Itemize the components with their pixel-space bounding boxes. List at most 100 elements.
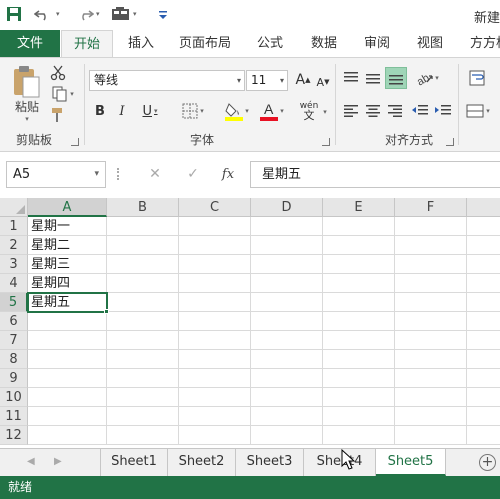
- borders-icon[interactable]: ▾: [176, 100, 210, 122]
- cancel-icon[interactable]: ✕: [140, 161, 170, 188]
- column-header-c[interactable]: C: [179, 198, 251, 217]
- column-header-e[interactable]: E: [323, 198, 395, 217]
- cell-c10[interactable]: [179, 388, 251, 407]
- cell-c8[interactable]: [179, 350, 251, 369]
- fill-handle[interactable]: [104, 309, 109, 314]
- cell-e10[interactable]: [323, 388, 395, 407]
- cell-c12[interactable]: [179, 426, 251, 445]
- font-color-icon[interactable]: A ▾: [256, 98, 288, 124]
- cell-b1[interactable]: [107, 217, 179, 236]
- cell-d6[interactable]: [251, 312, 323, 331]
- cell-a12[interactable]: [28, 426, 107, 445]
- add-sheet-icon[interactable]: +: [479, 454, 496, 471]
- cell-c6[interactable]: [179, 312, 251, 331]
- cell-e12[interactable]: [323, 426, 395, 445]
- cell-b9[interactable]: [107, 369, 179, 388]
- cell-f1[interactable]: [395, 217, 467, 236]
- cell-e8[interactable]: [323, 350, 395, 369]
- column-header-b[interactable]: B: [107, 198, 179, 217]
- cell-f11[interactable]: [395, 407, 467, 426]
- cell-overflow[interactable]: [467, 236, 500, 255]
- save-icon[interactable]: [6, 4, 22, 24]
- row-header-10[interactable]: 10: [0, 388, 28, 407]
- cell-b11[interactable]: [107, 407, 179, 426]
- format-painter-icon[interactable]: [48, 106, 68, 124]
- cell-d2[interactable]: [251, 236, 323, 255]
- column-header-d[interactable]: D: [251, 198, 323, 217]
- align-left-icon[interactable]: [342, 101, 360, 121]
- cell-c11[interactable]: [179, 407, 251, 426]
- row-header-1[interactable]: 1: [0, 217, 28, 236]
- underline-icon[interactable]: U ▾: [136, 100, 164, 122]
- tab-review[interactable]: 审阅: [353, 30, 401, 57]
- row-header-3[interactable]: 3: [0, 255, 28, 274]
- cell-c2[interactable]: [179, 236, 251, 255]
- tab-fangfange[interactable]: 方方格: [460, 30, 500, 57]
- cell-a6[interactable]: [28, 312, 107, 331]
- redo-icon[interactable]: ▾: [74, 4, 100, 24]
- row-header-8[interactable]: 8: [0, 350, 28, 369]
- cell-e7[interactable]: [323, 331, 395, 350]
- column-header-overflow[interactable]: [467, 198, 500, 217]
- column-header-f[interactable]: F: [395, 198, 467, 217]
- cell-e6[interactable]: [323, 312, 395, 331]
- cell-overflow[interactable]: [467, 331, 500, 350]
- cell-b10[interactable]: [107, 388, 179, 407]
- align-middle-icon[interactable]: [364, 68, 382, 88]
- align-top-icon[interactable]: [342, 68, 360, 88]
- splitter-handle[interactable]: [117, 168, 119, 180]
- alignment-launcher-icon[interactable]: [446, 138, 454, 146]
- merge-center-icon[interactable]: ▾: [463, 101, 493, 121]
- italic-icon[interactable]: I: [115, 100, 129, 122]
- cell-b6[interactable]: [107, 312, 179, 331]
- cell-d3[interactable]: [251, 255, 323, 274]
- cell-b4[interactable]: [107, 274, 179, 293]
- tab-insert[interactable]: 插入: [117, 30, 165, 57]
- font-name-select[interactable]: 等线 ▾: [89, 70, 245, 91]
- grow-font-icon[interactable]: A ▲: [293, 70, 313, 90]
- cell-overflow[interactable]: [467, 217, 500, 236]
- tab-page-layout[interactable]: 页面布局: [170, 30, 240, 57]
- align-center-icon[interactable]: [364, 101, 382, 121]
- increase-indent-icon[interactable]: [433, 101, 453, 121]
- align-bottom-icon[interactable]: [385, 67, 407, 89]
- tab-home[interactable]: 开始: [61, 30, 113, 58]
- cut-icon[interactable]: [48, 64, 68, 82]
- tab-file[interactable]: 文件: [0, 30, 60, 57]
- form-icon[interactable]: ▾: [111, 4, 137, 24]
- cell-d12[interactable]: [251, 426, 323, 445]
- decrease-indent-icon[interactable]: [410, 101, 430, 121]
- row-header-5[interactable]: 5: [0, 293, 28, 312]
- row-header-11[interactable]: 11: [0, 407, 28, 426]
- cell-e1[interactable]: [323, 217, 395, 236]
- cell-e4[interactable]: [323, 274, 395, 293]
- cell-f9[interactable]: [395, 369, 467, 388]
- shrink-font-icon[interactable]: A ▼: [314, 72, 332, 92]
- cell-d7[interactable]: [251, 331, 323, 350]
- formula-input[interactable]: 星期五: [250, 161, 500, 188]
- font-size-select[interactable]: 11 ▾: [246, 70, 288, 91]
- cell-a4[interactable]: 星期四: [28, 274, 107, 293]
- cell-d1[interactable]: [251, 217, 323, 236]
- tab-view[interactable]: 视图: [406, 30, 454, 57]
- cell-b5[interactable]: [107, 293, 179, 312]
- cell-c7[interactable]: [179, 331, 251, 350]
- copy-icon[interactable]: ▾: [48, 85, 78, 103]
- cell-d5[interactable]: [251, 293, 323, 312]
- phonetic-chevron-icon[interactable]: ▾: [319, 106, 329, 118]
- enter-icon[interactable]: ✓: [178, 161, 208, 188]
- cell-d10[interactable]: [251, 388, 323, 407]
- cell-c5[interactable]: [179, 293, 251, 312]
- tab-data[interactable]: 数据: [300, 30, 348, 57]
- tab-formulas[interactable]: 公式: [246, 30, 294, 57]
- column-header-a[interactable]: A: [28, 198, 107, 217]
- row-header-12[interactable]: 12: [0, 426, 28, 445]
- row-header-2[interactable]: 2: [0, 236, 28, 255]
- row-header-9[interactable]: 9: [0, 369, 28, 388]
- cell-d8[interactable]: [251, 350, 323, 369]
- scroll-right-icon[interactable]: ▶: [54, 456, 62, 467]
- cell-a10[interactable]: [28, 388, 107, 407]
- bold-icon[interactable]: B: [92, 100, 108, 122]
- clipboard-launcher-icon[interactable]: [71, 138, 79, 146]
- cell-b12[interactable]: [107, 426, 179, 445]
